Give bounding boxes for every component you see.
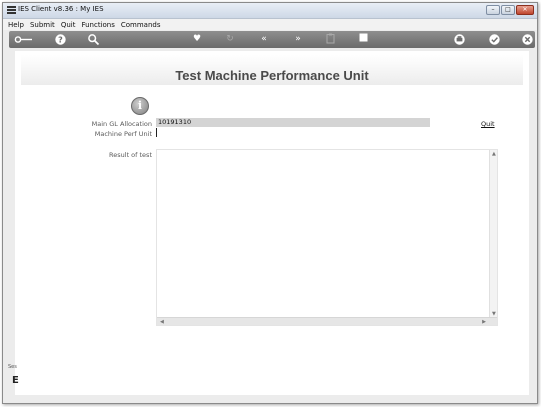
info-icon[interactable]: i (131, 97, 149, 115)
rewind-icon[interactable]: « (256, 33, 272, 46)
result-of-test-label: Result of test (109, 151, 152, 159)
printer-icon[interactable] (452, 33, 466, 46)
window-controls: – □ ✕ (486, 5, 534, 15)
app-menu-icon[interactable] (7, 6, 16, 15)
menu-submit[interactable]: Submit (30, 21, 55, 29)
clipboard-icon[interactable] (323, 33, 337, 46)
scroll-left-arrow-icon[interactable]: ◀ (160, 319, 164, 325)
heart-icon[interactable]: ♥ (190, 33, 204, 46)
help-icon[interactable]: ? (53, 33, 67, 46)
quit-link[interactable]: Quit (481, 120, 495, 128)
menu-bar: Help Submit Quit Functions Commands (3, 19, 537, 30)
vertical-scrollbar[interactable]: ▲ ▼ (489, 150, 497, 318)
svg-text:?: ? (58, 35, 63, 44)
gl-allocation-field[interactable]: 10191310 (156, 118, 430, 127)
search-icon[interactable] (86, 33, 100, 46)
close-window-button[interactable]: ✕ (516, 5, 534, 15)
machine-perf-unit-label: Machine Perf Unit (94, 130, 152, 138)
toolbar: ? ♥ ↻ « » (9, 31, 535, 48)
page-header: Test Machine Performance Unit (21, 55, 523, 85)
app-window: IES Client v8.36 : My IES – □ ✕ Help Sub… (2, 2, 538, 404)
machine-perf-unit-input[interactable] (156, 128, 236, 137)
stop-icon[interactable] (356, 33, 370, 46)
main-content: Test Machine Performance Unit i Main GL … (15, 51, 529, 395)
confirm-icon[interactable] (487, 33, 501, 46)
key-icon[interactable] (13, 33, 35, 46)
minimize-button[interactable]: – (486, 5, 500, 15)
maximize-button[interactable]: □ (501, 5, 515, 15)
title-bar: IES Client v8.36 : My IES – □ ✕ (3, 3, 537, 19)
menu-help[interactable]: Help (8, 21, 24, 29)
fast-forward-icon[interactable]: » (290, 33, 306, 46)
horizontal-scrollbar[interactable]: ◀ ▶ (157, 317, 497, 325)
scroll-right-arrow-icon[interactable]: ▶ (482, 319, 486, 325)
scroll-up-arrow-icon[interactable]: ▲ (492, 151, 496, 157)
close-icon[interactable] (520, 33, 534, 46)
menu-commands[interactable]: Commands (121, 21, 161, 29)
page-title: Test Machine Performance Unit (175, 68, 369, 83)
refresh-icon[interactable]: ↻ (223, 33, 237, 46)
side-panel-glyph[interactable]: E (12, 375, 19, 386)
window-title: IES Client v8.36 : My IES (18, 5, 104, 13)
gl-allocation-label: Main GL Allocation (91, 120, 152, 128)
result-textarea[interactable]: ▲ ▼ ◀ ▶ (156, 149, 498, 326)
menu-functions[interactable]: Functions (81, 21, 114, 29)
session-panel-handle[interactable]: Ses (8, 364, 17, 370)
menu-quit[interactable]: Quit (61, 21, 76, 29)
